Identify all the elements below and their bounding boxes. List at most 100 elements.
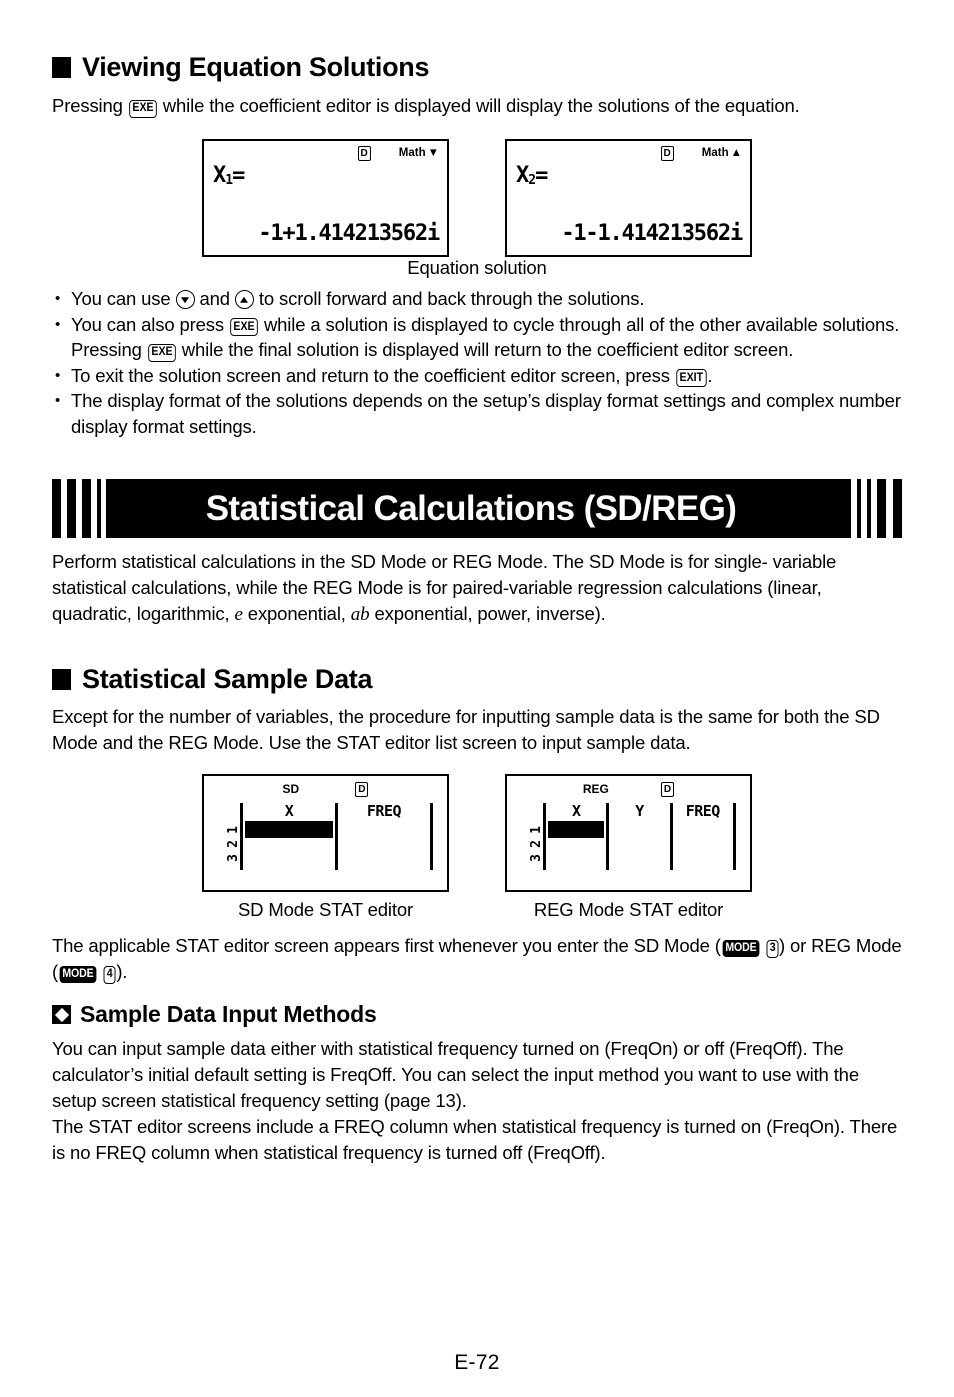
variable-name: X: [516, 163, 529, 188]
section1-bullet-list: You can use and to scroll forward and ba…: [52, 286, 902, 439]
section2-after-paragraph: The applicable STAT editor screen appear…: [52, 933, 902, 985]
italic-e-symbol: e: [234, 604, 243, 625]
exe-key-glyph: EXE: [147, 343, 176, 362]
heading-text: Viewing Equation Solutions: [82, 52, 430, 82]
banner-left-barcode-icon: [52, 479, 110, 538]
list-item: The display format of the solutions depe…: [52, 388, 902, 439]
section-heading-viewing-equation-solutions: Viewing Equation Solutions: [52, 52, 902, 83]
bullet-text-b: .: [707, 364, 713, 386]
screen-wrap-2: D Math ▲ X2= -1-1.414213562i: [505, 139, 752, 257]
intro-line-1: Perform statistical calculations in the …: [52, 551, 768, 572]
lcd-status-bar-1: D Math ▼: [204, 146, 439, 161]
column-header: X: [284, 802, 294, 820]
number-key-4-glyph: 4: [103, 965, 116, 984]
lcd-variable-label-1: X1=: [213, 163, 245, 188]
column-header: Y: [635, 802, 644, 820]
row-number: 1: [528, 826, 544, 834]
reg-stat-grid: 1 2 3 X Y FREQ: [528, 803, 736, 870]
banner-right-barcode-icon: [832, 479, 902, 538]
row-number: 3: [528, 854, 544, 862]
bullet-text-c: while the final solution is displayed wi…: [181, 339, 794, 360]
list-item: You can use and to scroll forward and ba…: [52, 286, 902, 312]
page-footer: E-72: [0, 1351, 954, 1375]
black-square-bullet-icon: [52, 57, 71, 78]
column-divider: [429, 803, 433, 870]
sd-status-bar: SD D: [204, 782, 447, 797]
after-text-c: ).: [116, 961, 128, 982]
exe-key-glyph: EXE: [128, 99, 157, 118]
intro-line-3c: exponential, power, inverse).: [369, 603, 606, 624]
reg-column-freq: FREQ: [673, 803, 733, 870]
exit-key-glyph: EXIT: [676, 369, 707, 387]
list-item: You can also press EXE while a solution …: [52, 312, 902, 363]
bullet-text-b: and: [199, 288, 235, 309]
figure-caption-container: Equation solution: [52, 257, 902, 279]
column-divider: [732, 803, 736, 870]
math-label: Math: [701, 147, 729, 160]
chapter-intro-paragraph: Perform statistical calculations in the …: [52, 549, 902, 628]
up-arrow-key-icon: [234, 290, 254, 309]
lcd-screen-reg-stat-editor: REG D 1 2 3 X Y FREQ: [505, 774, 752, 892]
row-number: 2: [528, 840, 544, 848]
lcd-screen-solution-2: D Math ▲ X2= -1-1.414213562i: [505, 139, 752, 257]
list-item: To exit the solution screen and return t…: [52, 363, 902, 389]
row-number: 2: [225, 840, 241, 848]
degree-mode-indicator-icon: D: [660, 782, 675, 797]
lcd-screen-solution-1: D Math ▼ X1= -1+1.414213562i: [202, 139, 449, 257]
figure-caption-equation-solution: Equation solution: [407, 257, 547, 278]
italic-ab-symbol: ab: [350, 604, 370, 625]
heading-text: Statistical Sample Data: [82, 664, 373, 694]
equals-sign: =: [232, 163, 245, 188]
diamond-bullet-icon: [52, 1005, 71, 1024]
stat-screen-wrap-reg: REG D 1 2 3 X Y FREQ REG Mode STAT edito…: [505, 774, 752, 921]
sd-mode-label: SD: [282, 782, 300, 797]
intro-line-3b: exponential,: [242, 603, 351, 624]
caption-sd-mode-stat-editor: SD Mode STAT editor: [237, 899, 414, 920]
math-label: Math: [398, 147, 426, 160]
down-arrow-key-icon: [175, 290, 195, 309]
lcd-solution-value-1: -1+1.414213562i: [258, 221, 440, 246]
chapter-banner: Statistical Calculations (SD/REG): [52, 479, 902, 538]
section3-paragraph-1: You can input sample data either with st…: [52, 1038, 859, 1111]
section2-intro-paragraph: Except for the number of variables, the …: [52, 706, 880, 753]
reg-mode-label: REG: [582, 782, 609, 797]
stat-editor-screens: SD D 1 2 3 X FREQ SD Mode STAT editor RE…: [52, 774, 902, 921]
lcd-status-bar-2: D Math ▲: [507, 146, 742, 161]
degree-mode-indicator-icon: D: [357, 146, 371, 161]
degree-mode-indicator-icon: D: [660, 146, 674, 161]
exe-key-glyph: EXE: [230, 318, 258, 336]
section1-intro-paragraph: Pressing EXE while the coefficient edito…: [52, 93, 902, 119]
reg-status-bar: REG D: [507, 782, 750, 797]
reg-column-x: X: [546, 803, 606, 870]
cell-cursor: [245, 821, 333, 838]
banner-title: Statistical Calculations (SD/REG): [110, 479, 832, 538]
bullet-text-a: You can use: [71, 288, 176, 309]
black-square-bullet-icon: [52, 669, 71, 690]
bullet-text-c: to scroll forward and back through the s…: [258, 288, 645, 309]
page-number: E-72: [454, 1351, 500, 1374]
stat-screen-wrap-sd: SD D 1 2 3 X FREQ SD Mode STAT editor: [202, 774, 449, 921]
column-header: FREQ: [366, 802, 402, 820]
math-mode-indicator: Math ▼: [399, 147, 439, 159]
reg-column-y: Y: [609, 803, 669, 870]
mode-key-glyph: MODE: [59, 966, 97, 983]
cell-cursor: [548, 821, 605, 838]
sd-row-numbers: 1 2 3: [225, 803, 241, 870]
lcd-screen-sd-stat-editor: SD D 1 2 3 X FREQ: [202, 774, 449, 892]
manual-page: Viewing Equation Solutions Pressing EXE …: [0, 52, 954, 1397]
section3-paragraph-2: The STAT editor screens include a FREQ c…: [52, 1116, 898, 1163]
degree-mode-indicator-icon: D: [355, 782, 369, 797]
scroll-up-arrow-icon: ▲: [730, 147, 742, 160]
column-header: X: [571, 802, 581, 820]
mode-key-glyph: MODE: [722, 940, 760, 957]
bullet-text-a: You can also press: [71, 313, 229, 335]
lcd-solution-value-2: -1-1.414213562i: [561, 221, 743, 246]
intro-text-after: while the coefficient editor is displaye…: [162, 95, 800, 116]
number-key-3-glyph: 3: [766, 939, 779, 958]
heading-text: Sample Data Input Methods: [80, 1001, 377, 1027]
sd-column-freq: FREQ: [338, 803, 430, 870]
variable-subscript: 1: [225, 173, 233, 188]
equation-solution-screens: D Math ▼ X1= -1+1.414213562i D Math ▲ X2…: [52, 139, 902, 257]
lcd-variable-label-2: X2=: [516, 163, 548, 188]
scroll-down-arrow-icon: ▼: [427, 147, 439, 160]
